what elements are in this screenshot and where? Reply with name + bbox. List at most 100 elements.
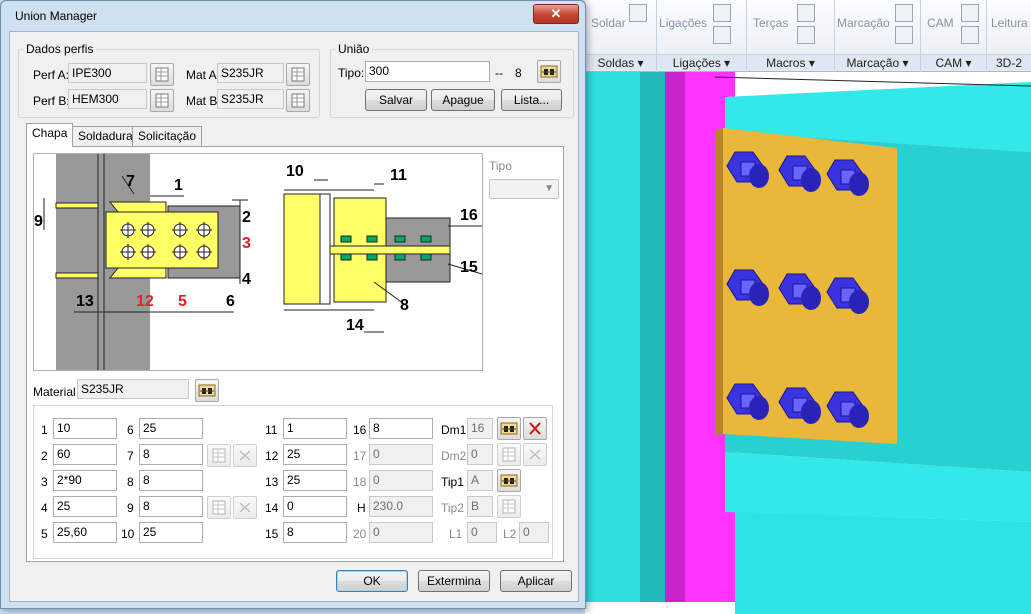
l2-input[interactable]: 0 — [519, 522, 549, 543]
tipo-combo: ▼ — [489, 179, 559, 199]
ribbon-group-marcacao[interactable]: Marcação Marcação ▾ — [835, 0, 921, 72]
tip1-bolt-button[interactable] — [497, 469, 521, 492]
tab-soldadura[interactable]: Soldadura — [72, 126, 139, 146]
param-18-input[interactable]: 0 — [369, 470, 433, 491]
bolt-assembly-icon — [198, 384, 216, 397]
dm2-cross-button[interactable] — [523, 443, 547, 466]
perf-a-pick-button[interactable] — [150, 63, 174, 86]
bolt-assembly-icon — [500, 474, 518, 487]
param-13-input[interactable]: 25 — [283, 470, 347, 491]
diagram-label-4: 4 — [242, 271, 251, 288]
extermina-button[interactable]: Extermina — [418, 570, 490, 592]
material-field[interactable]: S235JR — [77, 379, 189, 399]
param-1-input[interactable]: 10 — [53, 418, 117, 439]
uniao-bolt-button[interactable] — [537, 60, 561, 83]
tab-chapa[interactable]: Chapa — [26, 123, 74, 147]
apague-button[interactable]: Apague — [431, 89, 495, 111]
ribbon-marcacao[interactable]: Marcação — [837, 16, 890, 30]
param-16-input[interactable]: 8 — [369, 418, 433, 439]
param-5-input[interactable]: 25,60 — [53, 522, 117, 543]
param-2-input[interactable]: 60 — [53, 444, 117, 465]
ribbon-group-3d[interactable]: Leitura 3D-2 — [987, 0, 1031, 72]
param-8-input[interactable]: 8 — [139, 470, 203, 491]
material-label: Material — [33, 385, 76, 399]
perf-a-field[interactable]: IPE300 — [68, 63, 147, 83]
param-9-input[interactable]: 8 — [139, 496, 203, 517]
dialog-body: Dados perfis Perf A: IPE300 Mat A: S235J… — [9, 31, 579, 602]
endplate-diagram-svg: 1 2 3 4 5 6 7 8 9 10 11 12 13 14 15 16 — [34, 154, 483, 370]
param-6-input[interactable]: 25 — [139, 418, 203, 439]
param-15-input[interactable]: 8 — [283, 522, 347, 543]
param-7-input[interactable]: 8 — [139, 444, 203, 465]
mat-a-pick-button[interactable] — [286, 63, 310, 86]
l1-label: L1 — [449, 527, 463, 541]
ribbon-tercas[interactable]: Terças — [753, 16, 788, 30]
reference-line — [714, 76, 1031, 87]
l1-input[interactable]: 0 — [467, 522, 497, 543]
l2-label: L2 — [503, 527, 517, 541]
ribbon-soldar[interactable]: Soldar — [591, 16, 626, 30]
param-10-input[interactable]: 25 — [139, 522, 203, 543]
tip2-table-button[interactable] — [497, 495, 521, 518]
group-legend: Dados perfis — [26, 42, 94, 56]
param-17-input[interactable]: 0 — [369, 444, 433, 465]
tab-solicitacao[interactable]: Solicitação — [132, 126, 203, 146]
table-grid-icon — [291, 93, 305, 108]
ribbon-group-macros[interactable]: Terças Macros ▾ — [747, 0, 835, 72]
ribbon-group-label: Ligações ▾ — [657, 54, 746, 70]
purlin-icon — [797, 4, 815, 22]
param-11-input[interactable]: 1 — [283, 418, 347, 439]
param-7-cross-button[interactable] — [233, 444, 257, 467]
column-edge-shadow — [640, 72, 665, 602]
dm1-delete-button[interactable] — [523, 417, 547, 440]
cross-icon — [529, 449, 541, 460]
diagram-label-14: 14 — [346, 317, 364, 334]
dm1-input[interactable]: 16 — [467, 418, 493, 439]
ribbon-group-cam[interactable]: CAM CAM ▾ — [921, 0, 987, 72]
perf-b-field[interactable]: HEM300 — [68, 89, 147, 109]
material-bolt-button[interactable] — [195, 379, 219, 402]
param-9-cross-button[interactable] — [233, 496, 257, 519]
tip1-label: Tip1 — [441, 475, 464, 489]
union-manager-dialog: Union Manager ✕ Dados perfis Perf A: IPE… — [0, 0, 586, 609]
ribbon-cam[interactable]: CAM — [927, 16, 954, 30]
param-14-input[interactable]: 0 — [283, 496, 347, 517]
tipo-input[interactable]: 300 — [365, 61, 490, 82]
param-8-label: 8 — [127, 475, 134, 489]
salvar-button[interactable]: Salvar — [365, 89, 427, 111]
param-20-input[interactable]: 0 — [369, 522, 433, 543]
perf-b-pick-button[interactable] — [150, 89, 174, 112]
ribbon-group-ligacoes[interactable]: Ligações Ligações ▾ — [657, 0, 747, 72]
dm2-input[interactable]: 0 — [467, 444, 493, 465]
param-9-table-button[interactable] — [207, 496, 231, 519]
mat-b-label: Mat B: — [186, 94, 221, 108]
param-12-input[interactable]: 25 — [283, 444, 347, 465]
param-12-label: 12 — [265, 449, 279, 463]
aplicar-button[interactable]: Aplicar — [500, 570, 572, 592]
mat-a-field[interactable]: S235JR — [217, 63, 284, 83]
ok-button[interactable]: OK — [336, 570, 408, 592]
param-5-label: 5 — [41, 527, 48, 541]
lista-button[interactable]: Lista... — [501, 89, 562, 111]
param-7-table-button[interactable] — [207, 444, 231, 467]
tip2-input[interactable]: B — [467, 496, 493, 517]
mat-b-field[interactable]: S235JR — [217, 89, 284, 109]
ribbon-ligacoes[interactable]: Ligações — [659, 16, 707, 30]
param-h-input[interactable]: 230.0 — [369, 496, 433, 517]
tip1-input[interactable]: A — [467, 470, 493, 491]
model-viewport[interactable] — [585, 72, 1031, 614]
tipo-separator: -- — [495, 66, 503, 80]
param-13-label: 13 — [265, 475, 279, 489]
ribbon-leitura[interactable]: Leitura — [991, 16, 1028, 30]
bolt-assembly-icon — [540, 65, 558, 78]
dm1-bolt-button[interactable] — [497, 417, 521, 440]
param-4-input[interactable]: 25 — [53, 496, 117, 517]
mat-b-pick-button[interactable] — [286, 89, 310, 112]
close-button[interactable]: ✕ — [533, 4, 579, 24]
dm1-label: Dm1 — [441, 423, 467, 437]
dm2-table-button[interactable] — [497, 443, 521, 466]
ribbon-group-soldas[interactable]: Soldar Soldas ▾ — [585, 0, 657, 72]
param-3-input[interactable]: 2*90 — [53, 470, 117, 491]
diagram-label-16: 16 — [460, 207, 478, 224]
title-bar[interactable]: Union Manager ✕ — [1, 1, 585, 29]
